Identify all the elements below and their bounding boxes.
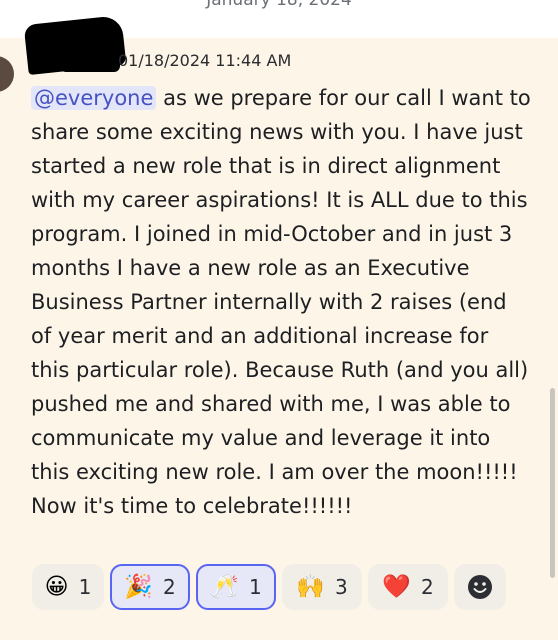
- message-body: @everyone as we prepare for our call I w…: [31, 81, 531, 523]
- scrollbar[interactable]: [550, 388, 555, 578]
- reaction-party-popper[interactable]: 🎉 2: [110, 564, 190, 610]
- reaction-count: 2: [420, 575, 434, 599]
- clinking-glasses-icon: 🥂: [210, 573, 239, 600]
- reaction-count: 3: [334, 575, 348, 599]
- reaction-raising-hands[interactable]: 🙌 3: [282, 564, 362, 610]
- reactions-bar: 😀 1 🎉 2 🥂 1 🙌 3 ❤️ 2: [32, 564, 506, 612]
- add-reaction-icon: [468, 575, 492, 599]
- reaction-count: 1: [78, 575, 92, 599]
- avatar[interactable]: [0, 56, 14, 92]
- grinning-face-icon: 😀: [44, 573, 69, 600]
- reaction-grinning-face[interactable]: 😀 1: [32, 564, 104, 610]
- message-text: as we prepare for our call I want to sha…: [31, 86, 531, 518]
- reaction-red-heart[interactable]: ❤️ 2: [368, 564, 448, 610]
- reaction-clinking-glasses[interactable]: 🥂 1: [196, 564, 276, 610]
- party-popper-icon: 🎉: [124, 573, 153, 600]
- raising-hands-icon: 🙌: [296, 573, 325, 600]
- date-divider: January 18, 2024: [206, 0, 352, 10]
- reaction-count: 2: [162, 575, 176, 599]
- redaction-mark: [60, 42, 120, 72]
- everyone-mention[interactable]: @everyone: [31, 86, 157, 110]
- chat-message: U 01/18/2024 11:44 AM @everyone as we pr…: [0, 15, 558, 640]
- add-reaction-button[interactable]: [454, 564, 506, 610]
- reaction-count: 1: [248, 575, 262, 599]
- message-timestamp: 01/18/2024 11:44 AM: [118, 51, 292, 70]
- red-heart-icon: ❤️: [382, 573, 411, 600]
